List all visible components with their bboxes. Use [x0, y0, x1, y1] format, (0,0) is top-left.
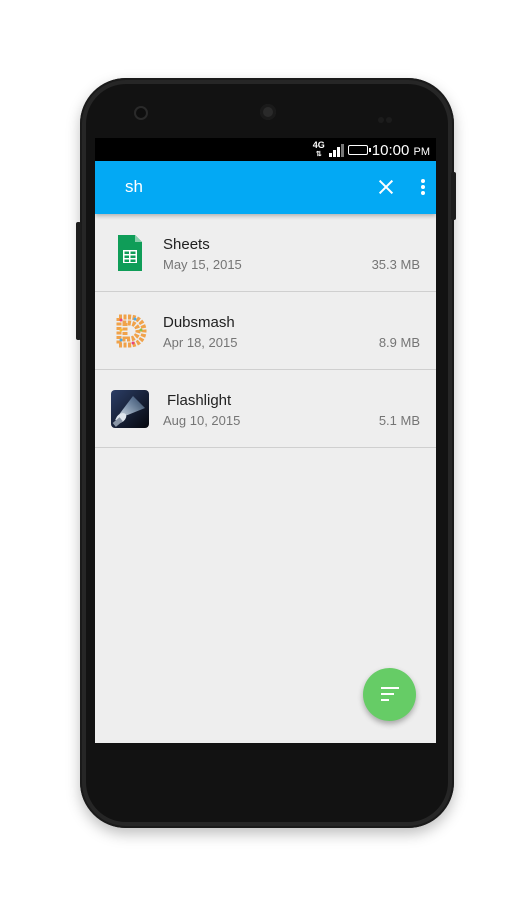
battery-icon	[347, 145, 371, 155]
signal-icon	[328, 143, 344, 157]
dubsmash-icon	[116, 314, 147, 348]
list-item-sheets[interactable]: Sheets May 15, 2015 35.3 MB	[95, 214, 436, 292]
more-vert-icon[interactable]	[421, 179, 425, 195]
status-bar: 4G ⇅ 10:00 PM	[95, 138, 436, 161]
close-icon[interactable]	[377, 178, 395, 196]
proximity-sensors	[378, 110, 396, 123]
app-size: 5.1 MB	[378, 413, 420, 428]
clock: 10:00 PM	[371, 141, 430, 159]
app-date: Aug 10, 2015	[163, 413, 241, 428]
flashlight-icon	[111, 390, 149, 428]
results-list: Sheets May 15, 2015 35.3 MB Dubsmash Apr…	[95, 214, 436, 448]
app-name: Sheets	[163, 236, 210, 253]
app-date: Apr 18, 2015	[163, 335, 238, 350]
app-name: Dubsmash	[163, 314, 235, 331]
app-size: 8.9 MB	[378, 335, 420, 350]
power-button	[451, 172, 456, 220]
screen: 4G ⇅ 10:00 PM sh Sheets May 15, 2015 35.…	[95, 138, 436, 743]
earpiece-speaker	[260, 104, 276, 120]
sheets-icon	[118, 235, 142, 271]
sort-fab-button[interactable]	[363, 668, 416, 721]
search-input[interactable]: sh	[125, 177, 143, 197]
search-app-bar: sh	[95, 161, 436, 214]
front-camera	[136, 108, 146, 118]
sort-icon	[381, 687, 399, 701]
app-name: Flashlight	[167, 392, 232, 409]
list-item-dubsmash[interactable]: Dubsmash Apr 18, 2015 8.9 MB	[95, 292, 436, 370]
network-indicator: 4G ⇅	[312, 140, 325, 159]
app-date: May 15, 2015	[163, 257, 242, 272]
app-size: 35.3 MB	[371, 257, 420, 272]
volume-button	[76, 222, 81, 340]
list-item-flashlight[interactable]: Flashlight Aug 10, 2015 5.1 MB	[95, 370, 436, 448]
